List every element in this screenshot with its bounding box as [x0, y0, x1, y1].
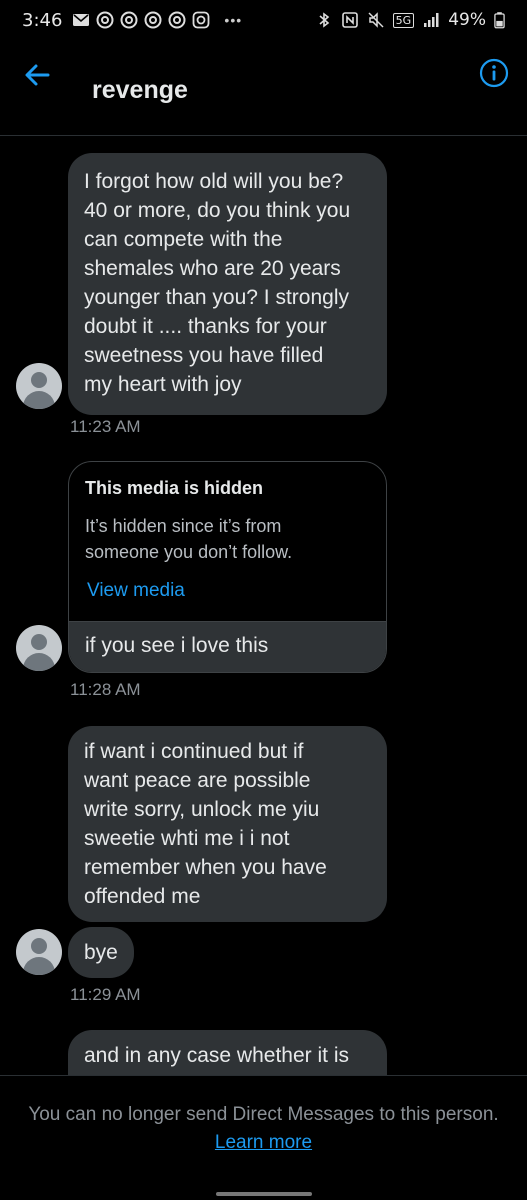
media-caption: if you see i love this: [69, 622, 386, 672]
message-line: and in any case whether it is: [84, 1044, 349, 1067]
nfc-icon: [341, 12, 358, 28]
dm-disabled-footer: You can no longer send Direct Messages t…: [0, 1075, 527, 1200]
message-line: offended me: [84, 885, 201, 908]
hidden-media-description: It’s hidden since it’s from someone you …: [85, 516, 293, 562]
chrome-icon: [144, 11, 162, 29]
message-thread[interactable]: I forgot how old will you be? 40 or more…: [0, 137, 527, 1075]
message-timestamp: 11:23 AM: [70, 417, 141, 436]
more-notifications-icon: •••: [224, 12, 243, 28]
back-arrow-icon[interactable]: [20, 58, 54, 92]
message-timestamp: 11:28 AM: [70, 680, 141, 699]
signal-icon: [424, 13, 439, 27]
learn-more-link[interactable]: Learn more: [0, 1132, 527, 1154]
conversation-title: revenge: [92, 76, 188, 104]
avatar[interactable]: [16, 929, 62, 975]
avatar[interactable]: [16, 363, 62, 409]
message-bubble[interactable]: bye: [68, 927, 134, 978]
message-bubble[interactable]: I forgot how old will you be? 40 or more…: [68, 153, 387, 415]
message-line: if want i continued but if: [84, 740, 304, 763]
dm-disabled-notice: You can no longer send Direct Messages t…: [28, 1104, 499, 1125]
email-icon: [73, 14, 90, 26]
message-line: sweetie whti me i i not: [84, 827, 290, 850]
message-bubble[interactable]: if want i continued but if want peace ar…: [68, 726, 387, 922]
message-line: sweetness you have filled: [84, 344, 324, 367]
battery-percent: 49%: [448, 10, 486, 30]
message-line: I forgot how old will you be?: [84, 170, 344, 193]
avatar[interactable]: [16, 625, 62, 671]
info-icon[interactable]: [479, 58, 509, 88]
message-line: want peace are possible: [84, 769, 311, 792]
message-line: bye: [84, 941, 118, 964]
message-line: younger than you? I strongly: [84, 286, 350, 309]
message-bubble[interactable]: and in any case whether it is: [68, 1030, 387, 1075]
message-line: doubt it .... thanks for your: [84, 315, 327, 338]
message-line: write sorry, unlock me yiu: [84, 798, 320, 821]
battery-icon: [494, 12, 505, 29]
message-line: shemales who are 20 years: [84, 257, 341, 280]
hidden-media-card[interactable]: This media is hidden It’s hidden since i…: [68, 461, 387, 673]
message-line: my heart with joy: [84, 373, 242, 396]
bluetooth-icon: [319, 12, 329, 28]
chrome-icon: [96, 11, 114, 29]
system-icons: 5G 49%: [315, 10, 505, 30]
conversation-header: revenge: [0, 40, 527, 136]
message-line: can compete with the: [84, 228, 283, 251]
hidden-media-title: This media is hidden: [85, 478, 264, 498]
message-line: remember when you have: [84, 856, 327, 879]
mute-icon: [368, 12, 384, 28]
chrome-icon: [120, 11, 138, 29]
view-media-link[interactable]: View media: [87, 580, 185, 602]
hidden-media-notice: This media is hidden It’s hidden since i…: [69, 462, 386, 622]
home-indicator[interactable]: [216, 1192, 312, 1196]
status-time: 3:46: [22, 9, 63, 31]
status-bar: 3:46 ••• 5G 49%: [0, 0, 527, 40]
chrome-icon: [168, 11, 186, 29]
message-line: 40 or more, do you think you: [84, 199, 351, 222]
notification-icons: •••: [72, 11, 242, 29]
instagram-icon: [193, 11, 210, 29]
network-type: 5G: [392, 12, 415, 28]
message-timestamp: 11:29 AM: [70, 985, 141, 1004]
